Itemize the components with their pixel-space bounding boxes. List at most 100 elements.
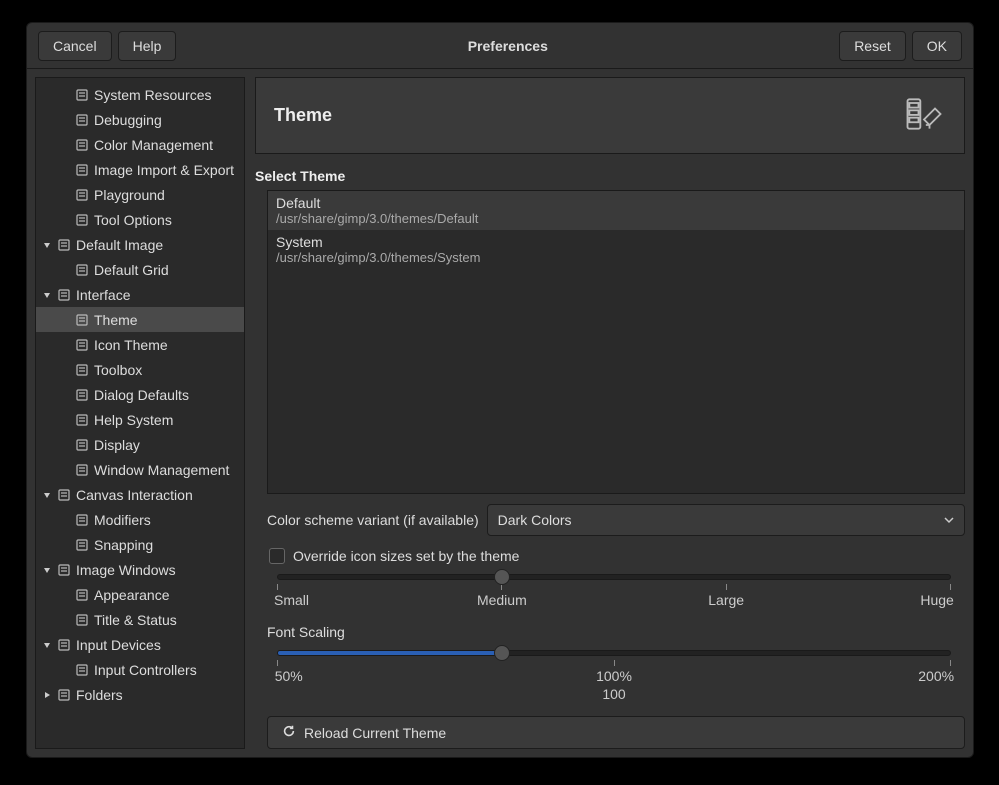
tree-item-label: Tool Options (94, 212, 172, 228)
font-scaling-value: 100 (277, 686, 951, 702)
controller-icon (74, 662, 90, 678)
font-scaling-slider[interactable]: 50%100%200% 100 (277, 650, 951, 702)
theme-path: /usr/share/gimp/3.0/themes/Default (276, 211, 956, 226)
theme-row[interactable]: Default/usr/share/gimp/3.0/themes/Defaul… (268, 191, 964, 230)
preferences-tree[interactable]: System Resources DebuggingColor Managemen… (35, 77, 245, 749)
tree-item-default-grid[interactable]: Default Grid (36, 257, 244, 282)
expander-icon (58, 138, 72, 152)
tree-item-theme[interactable]: Theme (36, 307, 244, 332)
tree-item-canvas-interaction[interactable]: Canvas Interaction (36, 482, 244, 507)
keyboard-icon (74, 512, 90, 528)
tree-item-appearance[interactable]: Appearance (36, 582, 244, 607)
venn-icon (74, 137, 90, 153)
display-icon (74, 437, 90, 453)
color-scheme-select[interactable]: Dark Colors (487, 504, 965, 536)
theme-list[interactable]: Default/usr/share/gimp/3.0/themes/Defaul… (267, 190, 965, 494)
override-icon-sizes-checkbox[interactable] (269, 548, 285, 564)
slider-tick: 100% (614, 660, 615, 684)
tree-item-title-status[interactable]: Title & Status (36, 607, 244, 632)
help-button[interactable]: Help (118, 31, 177, 61)
tree-item-label: Help System (94, 412, 173, 428)
icon-size-slider[interactable]: SmallMediumLargeHuge (277, 574, 951, 608)
expander-icon (58, 88, 72, 102)
tree-item-label: Display (94, 437, 140, 453)
expander-icon (58, 338, 72, 352)
tree-item-label: Snapping (94, 537, 153, 553)
stack-icon (56, 287, 72, 303)
tree-item-color-management[interactable]: Color Management (36, 132, 244, 157)
tree-item-label: Folders (76, 687, 123, 703)
title-icon (74, 612, 90, 628)
tree-item-input-devices[interactable]: Input Devices (36, 632, 244, 657)
tree-item-tool-options[interactable]: Tool Options (36, 207, 244, 232)
expander-icon[interactable] (40, 488, 54, 502)
tree-item-label: Interface (76, 287, 130, 303)
expander-icon[interactable] (40, 238, 54, 252)
tree-item-label: Theme (94, 312, 138, 328)
tree-item-label: Default Image (76, 237, 163, 253)
select-theme-label: Select Theme (255, 168, 965, 184)
bug-icon (74, 112, 90, 128)
slider-tick: Large (726, 584, 727, 608)
tree-item-icon-theme[interactable]: Icon Theme (36, 332, 244, 357)
tree-item-interface[interactable]: Interface (36, 282, 244, 307)
tree-item-modifiers[interactable]: Modifiers (36, 507, 244, 532)
chip-icon (74, 87, 90, 103)
main-header: Theme (255, 77, 965, 154)
expander-icon[interactable] (40, 563, 54, 577)
expander-icon[interactable] (40, 288, 54, 302)
tree-item-snapping[interactable]: Snapping (36, 532, 244, 557)
expander-icon (58, 163, 72, 177)
color-scheme-label: Color scheme variant (if available) (267, 512, 479, 528)
expander-icon[interactable] (40, 688, 54, 702)
windows-icon (74, 462, 90, 478)
expander-icon[interactable] (40, 638, 54, 652)
tree-item-image-windows[interactable]: Image Windows (36, 557, 244, 582)
tree-item-default-image[interactable]: Default Image (36, 232, 244, 257)
cancel-button[interactable]: Cancel (38, 31, 112, 61)
dialog-title: Preferences (179, 38, 836, 54)
tree-item-label: Input Devices (76, 637, 161, 653)
tree-item-label: Title & Status (94, 612, 177, 628)
tick-label: Large (708, 592, 744, 608)
reload-theme-button[interactable]: Reload Current Theme (267, 716, 965, 749)
tree-item-label: System Resources (94, 87, 211, 103)
tree-item-label: Dialog Defaults (94, 387, 189, 403)
chevron-down-icon (944, 512, 954, 528)
tick-label: 200% (918, 668, 954, 684)
expander-icon (58, 213, 72, 227)
tree-item-playground[interactable]: Playground (36, 182, 244, 207)
grid-icon (74, 262, 90, 278)
tick-label: Huge (920, 592, 953, 608)
tree-item-input-controllers[interactable]: Input Controllers (36, 657, 244, 682)
tree-item-label: Image Windows (76, 562, 176, 578)
tree-item-display[interactable]: Display (36, 432, 244, 457)
slider-tick: Huge (950, 584, 951, 608)
theme-row[interactable]: System/usr/share/gimp/3.0/themes/System (268, 230, 964, 269)
color-scheme-value: Dark Colors (498, 512, 572, 528)
main-panel: Theme Select Theme Default/usr/share/gim… (255, 77, 965, 749)
tree-item-system-resources[interactable]: System Resources (36, 82, 244, 107)
tree-item-dialog-defaults[interactable]: Dialog Defaults (36, 382, 244, 407)
tick-label: Small (274, 592, 309, 608)
font-scaling-label: Font Scaling (267, 624, 965, 640)
tree-item-folders[interactable]: Folders (36, 682, 244, 707)
window-icon (56, 562, 72, 578)
tree-item-help-system[interactable]: Help System (36, 407, 244, 432)
tree-item-window-management[interactable]: Window Management (36, 457, 244, 482)
expander-icon (58, 313, 72, 327)
tree-item-image-import-export[interactable]: Image Import & Export (36, 157, 244, 182)
tree-item-debugging[interactable]: Debugging (36, 107, 244, 132)
reset-button[interactable]: Reset (839, 31, 906, 61)
image-icon (56, 237, 72, 253)
tree-item-label: Canvas Interaction (76, 487, 193, 503)
theme-icon (902, 92, 946, 139)
expander-icon (58, 538, 72, 552)
theme-path: /usr/share/gimp/3.0/themes/System (276, 250, 956, 265)
reload-theme-label: Reload Current Theme (304, 725, 446, 741)
expander-icon (58, 438, 72, 452)
help-icon (74, 412, 90, 428)
ok-button[interactable]: OK (912, 31, 962, 61)
appearance-icon (74, 587, 90, 603)
tree-item-toolbox[interactable]: Toolbox (36, 357, 244, 382)
